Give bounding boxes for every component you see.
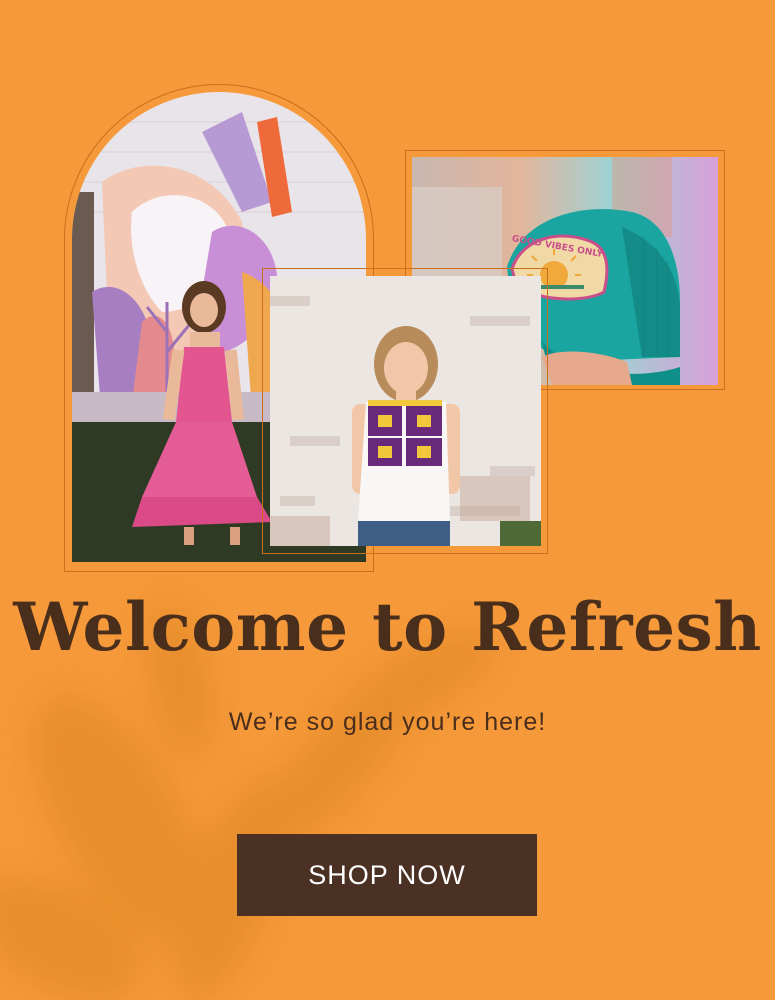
page-title: Welcome to Refresh xyxy=(13,588,762,666)
shop-now-button[interactable]: SHOP NOW xyxy=(237,834,537,916)
welcome-subtitle: We’re so glad you’re here! xyxy=(228,708,547,736)
crochet-top-photo xyxy=(270,276,541,546)
